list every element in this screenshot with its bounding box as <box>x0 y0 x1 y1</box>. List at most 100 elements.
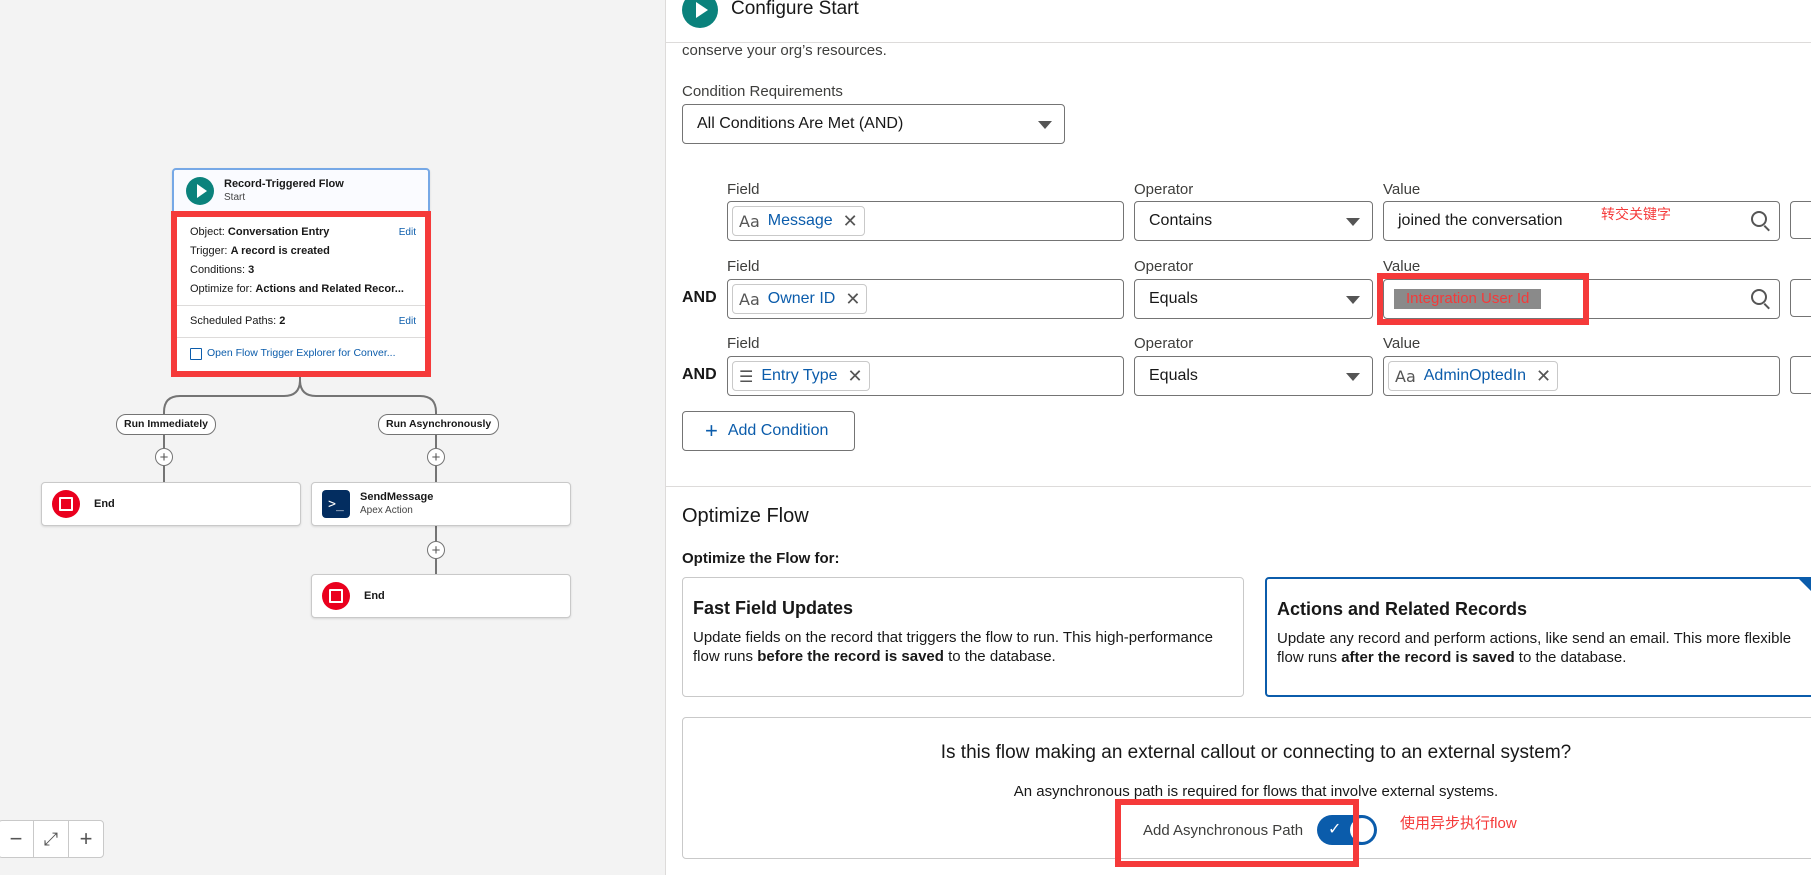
apex-action-icon: >_ <box>322 490 350 518</box>
panel-title: Configure Start <box>731 0 859 19</box>
field-pill-entry-type[interactable]: ☰ Entry Type ✕ <box>732 361 870 391</box>
search-icon[interactable] <box>1751 289 1767 305</box>
external-system-box: Is this flow making an external callout … <box>682 717 1811 859</box>
edit-scheduled-paths-link[interactable]: Edit <box>399 312 416 331</box>
chevron-down-icon <box>1346 373 1360 381</box>
field-pill-label: Owner ID <box>767 290 836 307</box>
text-type-icon: Aa <box>1395 366 1416 386</box>
value-pill-admin-opted-in[interactable]: Aa AdminOptedIn ✕ <box>1388 361 1559 391</box>
condition-3-field-input[interactable]: ☰ Entry Type ✕ <box>727 356 1124 396</box>
condition-1-operator-select[interactable]: Contains <box>1134 201 1373 241</box>
operator-value: Contains <box>1149 212 1213 229</box>
configure-start-panel: conserve your org’s resources. Condition… <box>665 0 1811 875</box>
add-element-icon[interactable]: + <box>427 448 445 466</box>
condition-3-operator-select[interactable]: Equals <box>1134 356 1373 396</box>
field-pill-owner-id[interactable]: Aa Owner ID ✕ <box>732 284 868 314</box>
end-node-label: End <box>94 498 115 510</box>
optimize-label: Optimize for: <box>190 283 253 295</box>
checkmark-icon: ✓ <box>1328 819 1342 838</box>
delete-condition-2-button[interactable] <box>1790 279 1811 317</box>
operator-value: Equals <box>1149 367 1198 384</box>
play-icon <box>682 0 718 28</box>
value-label: Value <box>1383 258 1421 275</box>
scheduled-paths-label: Scheduled Paths: <box>190 315 277 327</box>
flow-trigger-explorer-label: Open Flow Trigger Explorer for Conver... <box>207 347 396 359</box>
picklist-type-icon: ☰ <box>739 366 754 386</box>
send-message-subtitle: Apex Action <box>360 505 413 516</box>
value-pill-label: AdminOptedIn <box>1423 367 1527 384</box>
remove-pill-icon[interactable]: ✕ <box>845 289 860 310</box>
condition-2-value-input[interactable]: Integration User Id <box>1383 279 1780 319</box>
value-text: joined the conversation <box>1398 212 1563 229</box>
condition-2-operator-select[interactable]: Equals <box>1134 279 1373 319</box>
scheduled-paths-value: 2 <box>279 315 286 327</box>
condition-1-field-input[interactable]: Aa Message ✕ <box>727 201 1124 241</box>
condition-requirements-label: Condition Requirements <box>682 83 843 100</box>
field-pill-message[interactable]: Aa Message ✕ <box>732 206 865 236</box>
text-type-icon: Aa <box>739 289 760 309</box>
edit-trigger-link[interactable]: Edit <box>399 223 416 242</box>
send-message-title: SendMessage <box>360 491 434 503</box>
divider <box>174 305 428 306</box>
text-type-icon: Aa <box>739 211 760 231</box>
search-icon[interactable] <box>1751 211 1767 227</box>
zoom-out-button[interactable]: − <box>0 821 33 857</box>
value-label: Value <box>1383 335 1421 352</box>
start-node-header[interactable]: Record-Triggered Flow Start <box>174 170 428 213</box>
async-toggle-label: Add Asynchronous Path <box>1143 822 1304 839</box>
trigger-value: A record is created <box>230 245 330 257</box>
divider <box>174 337 428 338</box>
start-node-subtitle: Start <box>224 192 246 203</box>
condition-requirements-value: All Conditions Are Met (AND) <box>697 115 904 132</box>
add-element-icon[interactable]: + <box>427 541 445 559</box>
option-description: Update fields on the record that trigger… <box>693 629 1213 665</box>
condition-requirements-select[interactable]: All Conditions Are Met (AND) <box>682 104 1065 144</box>
async-path-toggle[interactable]: ✓ <box>1317 815 1377 845</box>
end-node-async[interactable]: End <box>311 574 571 618</box>
remove-pill-icon[interactable]: ✕ <box>1536 366 1551 387</box>
condition-1-value-input[interactable]: joined the conversation <box>1383 201 1780 241</box>
fit-to-screen-button[interactable]: ⤢ <box>33 821 68 857</box>
delete-condition-3-button[interactable] <box>1790 356 1811 394</box>
optimize-flow-heading: Optimize Flow <box>682 505 809 527</box>
field-label: Field <box>727 335 760 352</box>
add-element-icon[interactable]: + <box>155 448 173 466</box>
condition-2-field-input[interactable]: Aa Owner ID ✕ <box>727 279 1124 319</box>
chevron-down-icon <box>1346 218 1360 226</box>
chevron-down-icon <box>1346 296 1360 304</box>
end-node-immediate[interactable]: End <box>41 482 301 526</box>
zoom-in-button[interactable]: + <box>68 821 103 857</box>
flow-trigger-explorer-link[interactable]: Open Flow Trigger Explorer for Conver... <box>190 344 416 363</box>
redacted-value-text: Integration User Id <box>1394 289 1542 309</box>
chevron-down-icon <box>1038 121 1052 129</box>
send-message-node[interactable]: >_ SendMessage Apex Action <box>311 482 571 526</box>
start-node-details: Object: Conversation Entry Edit Trigger:… <box>174 213 428 363</box>
start-node[interactable]: Record-Triggered Flow Start Object: Conv… <box>172 168 430 374</box>
intro-text: conserve your org’s resources. <box>682 42 887 59</box>
external-note: An asynchronous path is required for flo… <box>1013 783 1499 800</box>
remove-pill-icon[interactable]: ✕ <box>843 211 858 232</box>
end-node-label: End <box>364 590 385 602</box>
annotation-keyword: 转交关键字 <box>1601 206 1671 222</box>
panel-header: Configure Start <box>666 0 1811 43</box>
field-pill-label: Entry Type <box>761 367 838 384</box>
stop-icon <box>322 582 350 610</box>
and-label: AND <box>682 366 717 383</box>
path-label-run-immediately[interactable]: Run Immediately <box>116 414 217 435</box>
add-condition-button[interactable]: + Add Condition <box>682 411 855 451</box>
flow-canvas[interactable]: Record-Triggered Flow Start Object: Conv… <box>0 0 665 875</box>
condition-3-value-input[interactable]: Aa AdminOptedIn ✕ <box>1383 356 1780 396</box>
delete-condition-1-button[interactable] <box>1790 201 1811 239</box>
path-label-run-asynchronously[interactable]: Run Asynchronously <box>378 414 500 435</box>
toggle-knob <box>1350 818 1374 842</box>
operator-label: Operator <box>1134 181 1194 198</box>
option-actions-and-related-records[interactable]: Actions and Related Records Update any r… <box>1265 577 1811 697</box>
remove-pill-icon[interactable]: ✕ <box>848 366 863 387</box>
selected-corner-icon <box>1799 579 1811 605</box>
plus-icon: + <box>705 418 718 443</box>
option-fast-field-updates[interactable]: Fast Field Updates Update fields on the … <box>682 577 1244 697</box>
annotation-async: 使用异步执行flow <box>1400 815 1517 832</box>
operator-label: Operator <box>1134 335 1194 352</box>
object-label: Object: <box>190 226 225 238</box>
optimize-for-label: Optimize the Flow for: <box>682 550 840 567</box>
